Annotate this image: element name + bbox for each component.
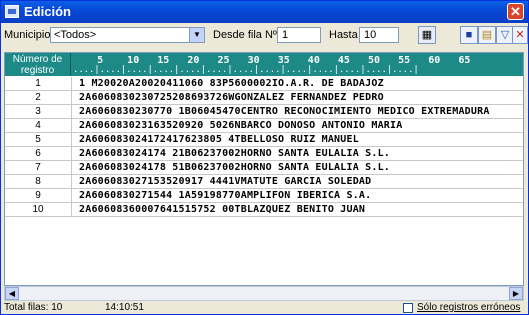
municipio-label: Municipio: [4, 29, 54, 41]
solo-erroneos-label: Sólo registros erróneos [417, 302, 521, 313]
record-text: 2A606083024172417623805 4TBELLOSO RUIZ M… [79, 134, 359, 145]
records-grid: Número de registro 5 10 15 20 25 30 35 4… [4, 52, 524, 286]
column-ruler-ticks: ....|....|....|....|....|....|....|....|… [73, 65, 419, 75]
row-number: 8 [5, 175, 72, 188]
hasta-field[interactable]: 10 [359, 27, 399, 43]
table-row[interactable]: 8 2A606083027153520917 4441VMATUTE GARCIA… [5, 175, 523, 189]
municipio-select[interactable]: <Todos> ▼ [50, 27, 205, 43]
row-number: 5 [5, 133, 72, 146]
edicion-window: Edición ✕ Municipio: <Todos> ▼ Desde fil… [0, 0, 529, 315]
status-bar: Total filas: 10 14:10:51 Sólo registros … [1, 302, 528, 315]
table-row[interactable]: 6 2A606083024174 21B06237002HORNO SANTA E… [5, 147, 523, 161]
calendar-icon[interactable]: ▦ [418, 26, 436, 44]
desde-label: Desde fila Nº: [213, 29, 280, 41]
grid-header: Número de registro 5 10 15 20 25 30 35 4… [5, 53, 523, 76]
total-rows: Total filas: 10 [4, 302, 63, 313]
delete-icon[interactable]: ✕ [512, 26, 528, 44]
record-text: 2A606083023163520920 5026NBARCO DONOSO A… [79, 120, 403, 131]
table-row[interactable]: 3 2A6060830230770 1B06045470CENTRO RECONO… [5, 105, 523, 119]
solo-erroneos-checkbox[interactable] [403, 303, 413, 313]
table-row[interactable]: 2 2A6060830230725208693726WGONZALEZ FERNA… [5, 91, 523, 105]
row-number: 6 [5, 147, 72, 160]
scroll-left-icon[interactable]: ◀ [5, 287, 19, 300]
table-row[interactable]: 5 2A606083024172417623805 4TBELLOSO RUIZ … [5, 133, 523, 147]
row-number-header: Número de registro [5, 53, 71, 76]
table-row[interactable]: 4 2A606083023163520920 5026NBARCO DONOSO … [5, 119, 523, 133]
table-row[interactable]: 10 2A60608360007641515752 00TBLAZQUEZ BEN… [5, 203, 523, 217]
row-number: 4 [5, 119, 72, 132]
row-number: 1 [5, 77, 72, 90]
record-text: 2A60608360007641515752 00TBLAZQUEZ BENIT… [79, 204, 366, 215]
chevron-down-icon[interactable]: ▼ [189, 28, 204, 42]
print-icon[interactable]: ▤ [478, 26, 496, 44]
row-number: 3 [5, 105, 72, 118]
window-title: Edición [24, 4, 71, 19]
municipio-value: <Todos> [54, 29, 97, 41]
record-text: 2A606083024178 51B06237002HORNO SANTA EU… [79, 162, 391, 173]
row-number: 10 [5, 203, 72, 216]
desde-field[interactable]: 1 [277, 27, 321, 43]
horizontal-scrollbar[interactable]: ◀ ▶ [4, 286, 524, 301]
title-bar: Edición ✕ [1, 1, 528, 23]
record-text: 2A6060830230725208693726WGONZALEZ FERNAN… [79, 92, 384, 103]
record-text: 2A606083024174 21B06237002HORNO SANTA EU… [79, 148, 391, 159]
status-time: 14:10:51 [105, 302, 144, 313]
close-button[interactable]: ✕ [507, 3, 524, 20]
table-row[interactable]: 9 2A6060830271544 1A59198770AMPLIFON IBER… [5, 189, 523, 203]
row-number: 7 [5, 161, 72, 174]
scroll-right-icon[interactable]: ▶ [509, 287, 523, 300]
row-number: 2 [5, 91, 72, 104]
record-text: 2A6060830230770 1B06045470CENTRO RECONOC… [79, 106, 490, 117]
row-number: 9 [5, 189, 72, 202]
toolbar: Municipio: <Todos> ▼ Desde fila Nº: 1 Ha… [1, 24, 528, 46]
record-text: 1 M20020A20020411060 83P5600002IO.A.R. D… [79, 78, 384, 89]
table-row[interactable]: 7 2A606083024178 51B06237002HORNO SANTA E… [5, 161, 523, 175]
table-row[interactable]: 1 1 M20020A20020411060 83P5600002IO.A.R. … [5, 77, 523, 91]
save-icon[interactable]: ■ [460, 26, 478, 44]
record-text: 2A606083027153520917 4441VMATUTE GARCIA … [79, 176, 372, 187]
record-text: 2A6060830271544 1A59198770AMPLIFON IBERI… [79, 190, 372, 201]
app-icon [5, 5, 19, 18]
